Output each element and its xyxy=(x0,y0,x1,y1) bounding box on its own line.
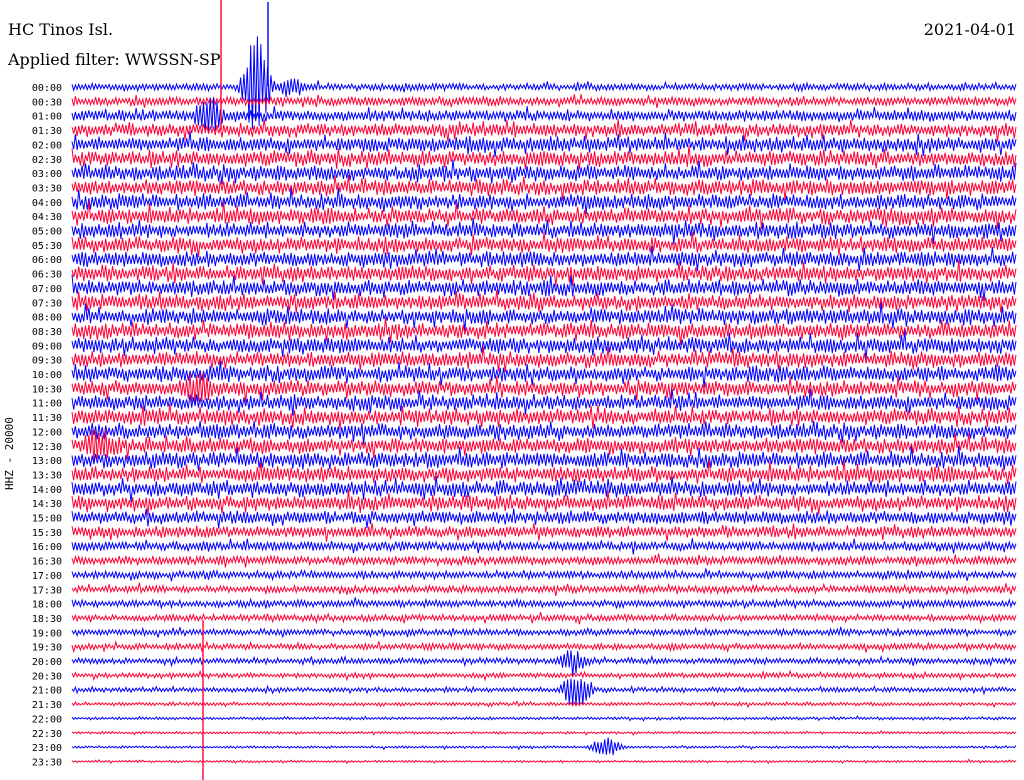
row-label-0130: 01:30 xyxy=(32,126,62,137)
row-label-1600: 16:00 xyxy=(32,542,62,553)
row-label-1930: 19:30 xyxy=(32,643,62,654)
trace-row-1330 xyxy=(71,459,1017,485)
trace-row-1830 xyxy=(71,611,1017,625)
row-label-1700: 17:00 xyxy=(32,571,62,582)
trace-row-1700 xyxy=(71,568,1017,582)
row-label-0100: 01:00 xyxy=(32,112,62,123)
row-label-1630: 16:30 xyxy=(32,557,62,568)
row-label-1830: 18:30 xyxy=(32,614,62,625)
trace-row-1600 xyxy=(71,538,1017,555)
trace-row-1500 xyxy=(71,508,1017,529)
trace-row-0000 xyxy=(71,36,1017,130)
trace-row-2330 xyxy=(71,758,1017,765)
row-label-2300: 23:00 xyxy=(32,743,62,754)
row-label-1300: 13:00 xyxy=(32,456,62,467)
trace-row-0130 xyxy=(71,118,1017,142)
row-label-0500: 05:00 xyxy=(32,227,62,238)
trace-row-2030 xyxy=(71,669,1017,682)
row-label-0930: 09:30 xyxy=(32,356,62,367)
row-label-1230: 12:30 xyxy=(32,442,62,453)
trace-row-1300 xyxy=(71,445,1017,471)
row-label-0000: 00:00 xyxy=(32,83,62,94)
trace-row-0330 xyxy=(71,174,1017,201)
row-label-0230: 02:30 xyxy=(32,155,62,166)
row-label-1200: 12:00 xyxy=(32,427,62,438)
trace-row-0600 xyxy=(71,245,1017,272)
trace-row-1630 xyxy=(71,553,1017,568)
row-label-1130: 11:30 xyxy=(32,413,62,424)
row-label-1000: 10:00 xyxy=(32,370,62,381)
trace-row-2130 xyxy=(71,700,1017,709)
row-label-2100: 21:00 xyxy=(32,686,62,697)
row-label-0300: 03:00 xyxy=(32,169,62,180)
trace-row-1930 xyxy=(71,640,1017,654)
row-label-0800: 08:00 xyxy=(32,313,62,324)
row-label-0430: 04:30 xyxy=(32,212,62,223)
trace-row-2100 xyxy=(71,678,1017,706)
row-label-0700: 07:00 xyxy=(32,284,62,295)
trace-row-1730 xyxy=(71,582,1017,596)
trace-row-1430 xyxy=(71,489,1017,516)
row-label-1330: 13:30 xyxy=(32,470,62,481)
trace-row-2300 xyxy=(71,737,1017,756)
row-label-1530: 15:30 xyxy=(32,528,62,539)
row-label-0830: 08:30 xyxy=(32,327,62,338)
row-label-2130: 21:30 xyxy=(32,700,62,711)
trace-row-0730 xyxy=(71,289,1017,314)
row-label-group: 00:00 00:30 01:00 01:30 02:00 02:30 03:00 03:30… xyxy=(32,83,62,768)
row-label-1430: 14:30 xyxy=(32,499,62,510)
row-label-0030: 00:30 xyxy=(32,97,62,108)
trace-row-2000 xyxy=(71,650,1017,677)
row-label-0400: 04:00 xyxy=(32,198,62,209)
row-label-0600: 06:00 xyxy=(32,255,62,266)
row-label-0530: 05:30 xyxy=(32,241,62,252)
trace-row-1530 xyxy=(71,522,1017,542)
row-label-1400: 14:00 xyxy=(32,485,62,496)
row-label-0630: 06:30 xyxy=(32,270,62,281)
row-label-2030: 20:30 xyxy=(32,671,62,682)
trace-row-1800 xyxy=(71,597,1017,610)
row-label-1500: 15:00 xyxy=(32,514,62,525)
trace-row-2200 xyxy=(71,715,1017,722)
row-label-0900: 09:00 xyxy=(32,341,62,352)
row-label-0200: 02:00 xyxy=(32,140,62,151)
helicorder-plot: 00:00 00:30 01:00 01:30 02:00 02:30 03:00 03:30… xyxy=(32,0,1017,780)
trace-row-1900 xyxy=(71,626,1017,639)
row-label-2230: 22:30 xyxy=(32,729,62,740)
row-label-1030: 10:30 xyxy=(32,384,62,395)
row-label-2330: 23:30 xyxy=(32,757,62,768)
row-label-1800: 18:00 xyxy=(32,600,62,611)
trace-row-0530 xyxy=(71,231,1017,257)
row-label-2000: 20:00 xyxy=(32,657,62,668)
row-label-1730: 17:30 xyxy=(32,585,62,596)
trace-row-1200 xyxy=(71,420,1017,445)
row-label-1900: 19:00 xyxy=(32,628,62,639)
trace-row-2230 xyxy=(71,729,1017,736)
row-label-0330: 03:30 xyxy=(32,183,62,194)
trace-group xyxy=(71,36,1017,765)
row-label-1100: 11:00 xyxy=(32,399,62,410)
row-label-0730: 07:30 xyxy=(32,298,62,309)
row-label-2200: 22:00 xyxy=(32,714,62,725)
